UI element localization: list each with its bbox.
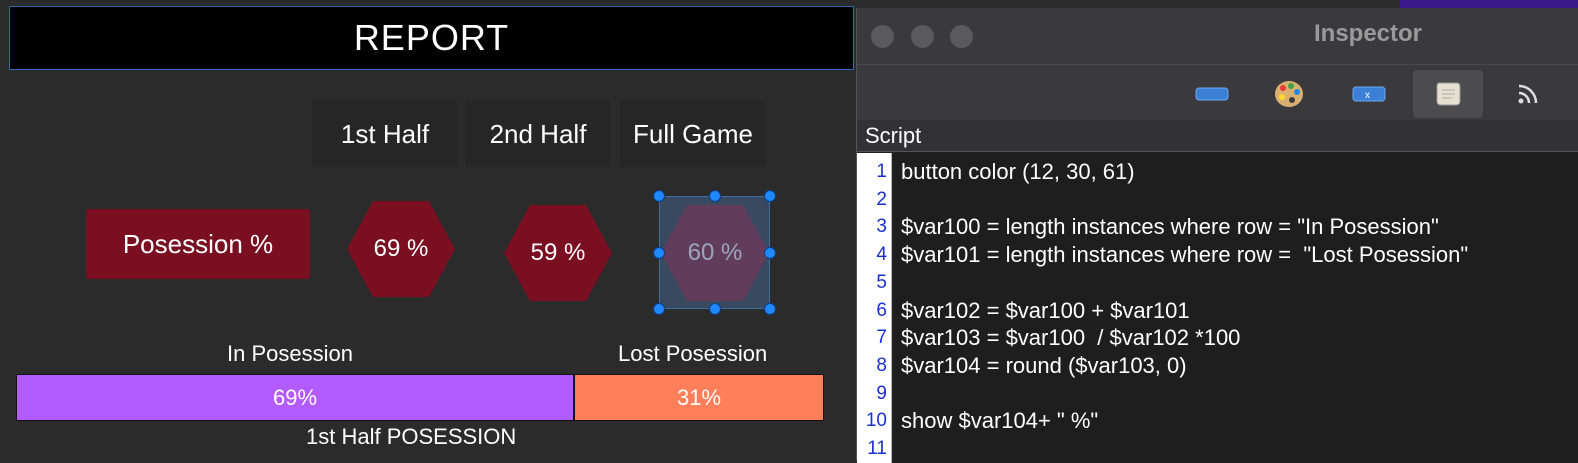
line-number: 4 bbox=[876, 244, 887, 266]
in-posession-bar: 69% bbox=[16, 374, 574, 421]
inspector-toolbar: x bbox=[857, 65, 1578, 120]
line-number: 9 bbox=[876, 382, 887, 404]
line-number: 1 bbox=[876, 161, 887, 182]
hexagon-value: 60 % bbox=[687, 239, 743, 266]
resize-handle-tr[interactable] bbox=[764, 190, 776, 202]
script-section-header: Script bbox=[857, 120, 1578, 152]
feed-icon[interactable] bbox=[1493, 70, 1563, 118]
script-editor[interactable]: button color (12, 30, 61) $var100 = lengt… bbox=[892, 153, 1578, 463]
code-line: $var104 = round ($var103, 0) bbox=[901, 352, 1187, 378]
lost-posession-value: 31% bbox=[676, 384, 722, 410]
hexagon-full-game[interactable]: 60 % bbox=[660, 204, 770, 302]
resize-handle-t[interactable] bbox=[709, 190, 721, 202]
hexagon-1st-half[interactable]: 69 % bbox=[346, 200, 456, 298]
hexagon-value: 69 % bbox=[373, 235, 429, 262]
resize-handle-br[interactable] bbox=[764, 303, 776, 315]
line-number: 3 bbox=[876, 216, 887, 238]
in-posession-value: 69% bbox=[272, 384, 318, 410]
script-icon[interactable] bbox=[1413, 70, 1483, 118]
code-line: show $var104+ " %" bbox=[901, 408, 1099, 434]
button-widget-icon[interactable] bbox=[1177, 70, 1247, 118]
code-line: $var101 = length instances where row = "… bbox=[901, 242, 1469, 268]
inspector-titlebar[interactable]: Inspector bbox=[857, 8, 1578, 65]
code-line: $var100 = length instances where row = "… bbox=[901, 214, 1439, 240]
posession-label: Posession % bbox=[86, 209, 310, 279]
palette-icon[interactable] bbox=[1255, 70, 1325, 118]
hexagon-value: 59 % bbox=[530, 239, 586, 266]
lost-posession-label: Lost Posession bbox=[618, 341, 768, 366]
line-number: 5 bbox=[876, 271, 887, 293]
line-number: 10 bbox=[865, 410, 887, 432]
line-number: 11 bbox=[867, 438, 887, 459]
tab-full-game[interactable]: Full Game bbox=[620, 101, 766, 167]
resize-handle-r[interactable] bbox=[764, 247, 776, 259]
hexagon-2nd-half[interactable]: 59 % bbox=[503, 204, 613, 302]
bar-caption: 1st Half POSESSION bbox=[306, 424, 517, 449]
line-number: 8 bbox=[876, 354, 887, 376]
inspector-title: Inspector bbox=[1313, 20, 1423, 47]
tab-1st-half[interactable]: 1st Half bbox=[312, 101, 458, 167]
code-line: button color (12, 30, 61) bbox=[901, 159, 1135, 184]
resize-handle-tl[interactable] bbox=[653, 190, 665, 202]
line-number: 2 bbox=[876, 188, 887, 210]
inspector-window: Inspector x Script 1 2 3 4 5 6 7 8 9 10 11 button … bbox=[856, 8, 1578, 463]
resize-handle-l[interactable] bbox=[653, 247, 665, 259]
line-number: 6 bbox=[876, 299, 887, 321]
svg-text:x: x bbox=[1365, 90, 1370, 101]
in-posession-label: In Posession bbox=[227, 341, 353, 366]
report-title: REPORT bbox=[9, 6, 854, 70]
code-line: $var102 = $var100 + $var101 bbox=[901, 297, 1190, 323]
code-line: $var103 = $var100 / $var102 *100 bbox=[901, 325, 1241, 351]
line-number-gutter: 1 2 3 4 5 6 7 8 9 10 11 bbox=[857, 153, 892, 463]
variable-icon[interactable]: x bbox=[1334, 70, 1404, 118]
resize-handle-b[interactable] bbox=[709, 303, 721, 315]
background-window-strip bbox=[1400, 0, 1578, 8]
line-number: 7 bbox=[876, 327, 887, 349]
lost-posession-bar: 31% bbox=[574, 374, 824, 421]
resize-handle-bl[interactable] bbox=[653, 303, 665, 315]
tab-2nd-half[interactable]: 2nd Half bbox=[465, 101, 611, 167]
